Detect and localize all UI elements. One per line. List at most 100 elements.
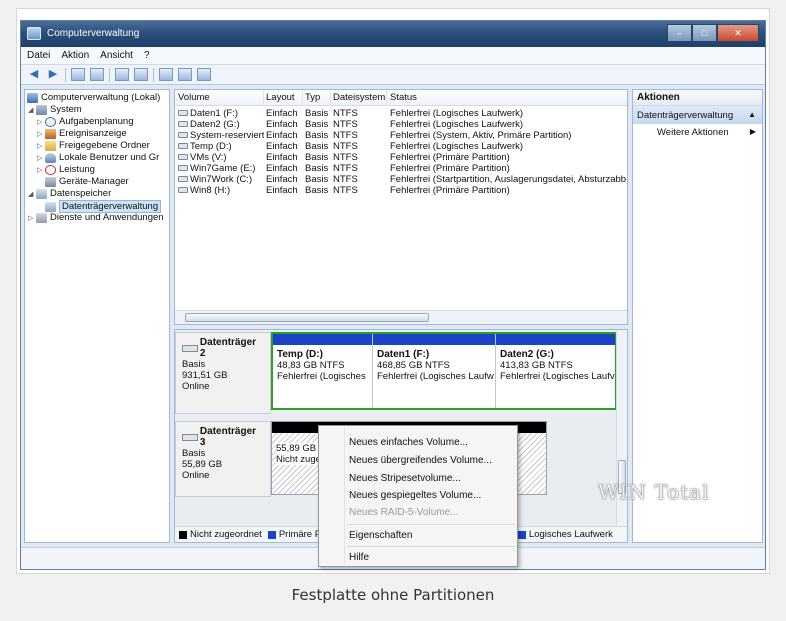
menu-help[interactable]: Hilfe xyxy=(349,552,369,563)
volume-cell-status: Fehlerfrei (System, Aktiv, Primäre Parti… xyxy=(390,130,626,141)
tree-task-scheduler[interactable]: ▷ Aufgabenplanung xyxy=(37,116,134,127)
disk2-size: 931,51 GB xyxy=(182,370,228,381)
volume-cell-text: Einfach xyxy=(266,185,298,196)
collapse-arrow-icon[interactable]: ▲ xyxy=(748,110,756,119)
tree-local-users[interactable]: ▷ Lokale Benutzer und Gr xyxy=(37,152,159,163)
volume-cell-fs: NTFS xyxy=(333,141,385,152)
collapsed-arrow-icon[interactable]: ▷ xyxy=(37,130,45,138)
volume-row[interactable]: System-reserviert Einfach Basis NTFS Fehlerf… xyxy=(175,130,627,141)
menu-help[interactable]: ? xyxy=(144,50,150,61)
help-icon[interactable] xyxy=(115,68,129,81)
volume-cell-layout: Einfach xyxy=(266,152,302,163)
menu-new-spanned-volume[interactable]: Neues übergreifendes Volume... xyxy=(349,455,492,466)
volume-row[interactable]: Daten2 (G:) Einfach Basis NTFS Fehlerfrei (L… xyxy=(175,119,627,130)
volume-row[interactable]: Temp (D:) Einfach Basis NTFS Fehlerfrei (Log… xyxy=(175,141,627,152)
volume-cell-fs: NTFS xyxy=(333,185,385,196)
title-bar[interactable]: Computerverwaltung – □ ✕ xyxy=(21,21,765,47)
close-button[interactable]: ✕ xyxy=(717,24,759,42)
volume-cell-text: Einfach xyxy=(266,130,298,141)
partition-name: Temp (D:) xyxy=(277,349,323,360)
menu-new-mirrored-volume[interactable]: Neues gespiegeltes Volume... xyxy=(349,490,481,501)
tree-services[interactable]: ▷ Dienste und Anwendungen xyxy=(28,212,164,223)
volume-row[interactable]: Win7Work (C:) Einfach Basis NTFS Fehlerfrei … xyxy=(175,174,627,185)
column-layout[interactable]: Layout xyxy=(266,92,295,103)
volume-list: Volume Layout Typ Dateisystem Status Dat… xyxy=(174,89,628,325)
collapsed-arrow-icon[interactable]: ▷ xyxy=(37,118,45,126)
partition-temp[interactable]: Temp (D:) 48,83 GB NTFS Fehlerfrei (Logi… xyxy=(273,334,373,408)
tree-system[interactable]: ◢ System xyxy=(28,104,82,115)
volume-cell-status: Fehlerfrei (Logisches Laufwerk) xyxy=(390,119,626,130)
computer-icon xyxy=(27,92,38,103)
menu-separator xyxy=(347,524,515,525)
volume-row[interactable]: Win8 (H:) Einfach Basis NTFS Fehlerfrei (Pri… xyxy=(175,185,627,196)
column-divider[interactable] xyxy=(302,90,303,106)
properties-icon[interactable] xyxy=(134,68,148,81)
column-filesystem[interactable]: Dateisystem xyxy=(333,92,385,103)
menu-properties[interactable]: Eigenschaften xyxy=(349,530,412,541)
up-folder-icon[interactable] xyxy=(71,68,85,81)
disk3-name-row: Datenträger 3 xyxy=(182,426,264,448)
horizontal-scrollbar[interactable] xyxy=(175,310,627,324)
menu-new-simple-volume[interactable]: Neues einfaches Volume... xyxy=(349,437,468,448)
export-icon[interactable] xyxy=(159,68,173,81)
tree-root[interactable]: Computerverwaltung (Lokal) xyxy=(27,92,160,103)
collapsed-arrow-icon[interactable]: ▷ xyxy=(37,142,45,150)
volume-cell-type: Basis xyxy=(305,141,330,152)
forward-arrow-icon[interactable]: ▶ xyxy=(46,68,60,81)
tree-device-manager[interactable]: Geräte-Manager xyxy=(45,176,129,187)
column-divider[interactable] xyxy=(330,90,331,106)
tree-event-viewer[interactable]: ▷ Ereignisanzeige xyxy=(37,128,127,139)
partition-text: Daten2 (G:) 413,83 GB NTFS Fehlerfrei (L… xyxy=(496,345,615,386)
expanded-arrow-icon[interactable]: ◢ xyxy=(28,106,36,114)
volume-cell-text: Daten1 (F:) xyxy=(190,108,239,119)
volume-cell-text: System-reserviert xyxy=(190,130,264,141)
column-volume[interactable]: Volume xyxy=(178,92,210,103)
disk3-state: Online xyxy=(182,470,210,481)
volume-row[interactable]: Win7Game (E:) Einfach Basis NTFS Fehlerfrei … xyxy=(175,163,627,174)
volume-cell-volume: Win7Work (C:) xyxy=(178,174,264,185)
volume-row[interactable]: VMs (V:) Einfach Basis NTFS Fehlerfrei (Prim… xyxy=(175,152,627,163)
partition-status: Fehlerfrei (Logisches Laufv xyxy=(500,371,615,382)
column-type[interactable]: Typ xyxy=(305,92,320,103)
app-icon xyxy=(27,27,41,40)
minimize-button[interactable]: – xyxy=(667,24,692,42)
partition-status: Fehlerfrei (Logisches xyxy=(277,371,366,382)
maximize-button[interactable]: □ xyxy=(692,24,717,42)
collapsed-arrow-icon[interactable]: ▷ xyxy=(37,166,45,174)
volume-cell-volume: Daten1 (F:) xyxy=(178,108,264,119)
menu-file[interactable]: Datei xyxy=(27,50,50,61)
menu-action[interactable]: Aktion xyxy=(61,50,89,61)
column-divider[interactable] xyxy=(263,90,264,106)
disk3-kind: Basis xyxy=(182,448,206,459)
tree-performance[interactable]: ▷ Leistung xyxy=(37,164,95,175)
more-actions[interactable]: Weitere Aktionen ▶ xyxy=(633,124,762,138)
volume-cell-volume: Win8 (H:) xyxy=(178,185,264,196)
partition-daten2[interactable]: Daten2 (G:) 413,83 GB NTFS Fehlerfrei (L… xyxy=(496,334,615,408)
tree-storage[interactable]: ◢ Datenspeicher xyxy=(28,188,111,199)
volume-icon xyxy=(178,187,188,194)
back-arrow-icon[interactable]: ◀ xyxy=(27,68,41,81)
menu-new-striped-volume[interactable]: Neues Stripesetvolume... xyxy=(349,473,461,484)
scrollbar-thumb[interactable] xyxy=(185,313,429,322)
disk3-name: Datenträger 3 xyxy=(199,426,257,448)
partition-daten1[interactable]: Daten1 (F:) 468,85 GB NTFS Fehlerfrei (L… xyxy=(373,334,496,408)
column-status[interactable]: Status xyxy=(390,92,417,103)
tree-shared-folders[interactable]: ▷ Freigegebene Ordner xyxy=(37,140,150,151)
volume-cell-layout: Einfach xyxy=(266,141,302,152)
refresh-icon[interactable] xyxy=(197,68,211,81)
disk-settings-icon[interactable] xyxy=(178,68,192,81)
actions-group[interactable]: Datenträgerverwaltung ▲ xyxy=(633,106,762,124)
column-divider[interactable] xyxy=(386,90,387,106)
collapsed-arrow-icon[interactable]: ▷ xyxy=(28,214,36,222)
expanded-arrow-icon[interactable]: ◢ xyxy=(28,190,36,198)
partition-text: Temp (D:) 48,83 GB NTFS Fehlerfrei (Logi… xyxy=(273,345,372,386)
menu-gutter xyxy=(344,428,345,564)
collapsed-arrow-icon[interactable]: ▷ xyxy=(37,154,45,162)
partition-size: 48,83 GB NTFS xyxy=(277,360,345,371)
partition-status: Fehlerfrei (Logisches Laufw xyxy=(377,371,494,382)
disk2-label[interactable]: Datenträger 2 Basis 931,51 GB Online xyxy=(175,332,271,414)
disk3-label[interactable]: Datenträger 3 Basis 55,89 GB Online xyxy=(175,421,271,497)
menu-view[interactable]: Ansicht xyxy=(100,50,133,61)
show-hide-tree-icon[interactable] xyxy=(90,68,104,81)
volume-row[interactable]: Daten1 (F:) Einfach Basis NTFS Fehlerfrei (L… xyxy=(175,108,627,119)
